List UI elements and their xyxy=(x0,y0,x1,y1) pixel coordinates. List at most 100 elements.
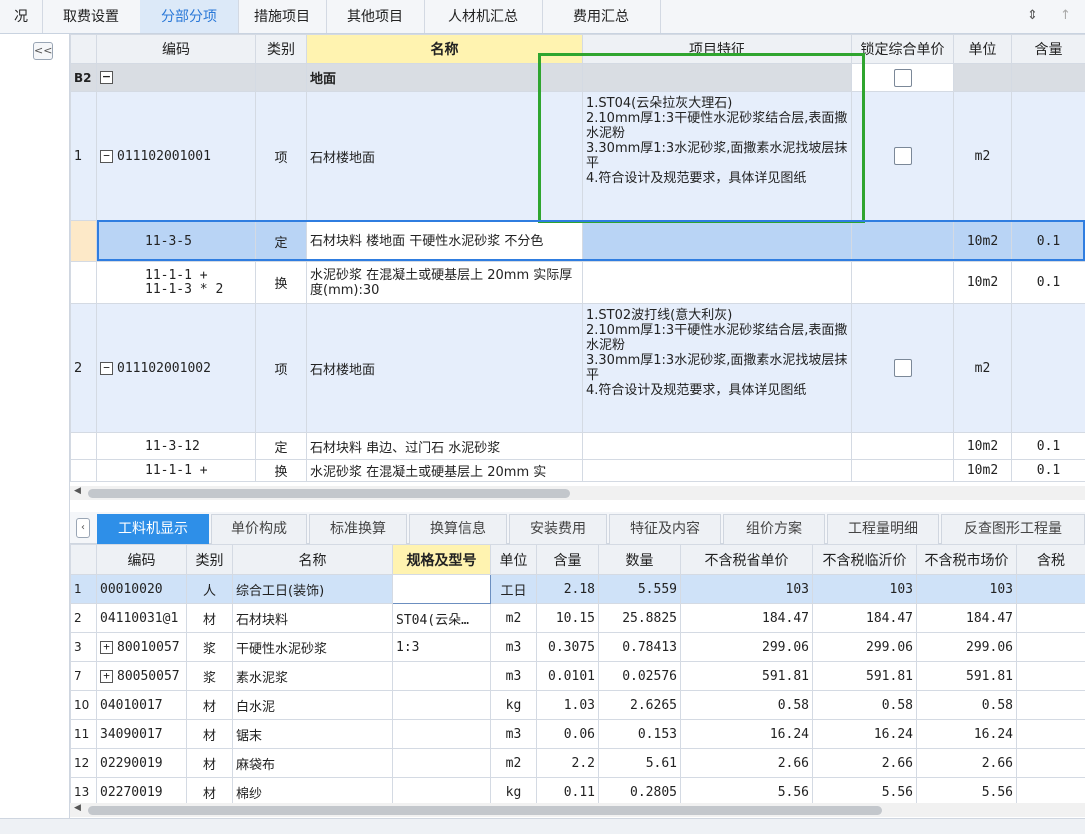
tab-features-content[interactable]: 特征及内容 xyxy=(609,514,721,544)
header-quantity[interactable]: 数量 xyxy=(598,544,681,575)
table-row[interactable]: 11-1-1 + 换 水泥砂浆 在混凝土或硬基层上 20mm 实 10m2 0.… xyxy=(70,459,1085,482)
province-price[interactable]: 0.58 xyxy=(680,690,813,720)
material-row[interactable]: 7 +80050057 浆 素水泥浆 m3 0.0101 0.02576 591… xyxy=(70,661,1085,691)
material-name[interactable]: 麻袋布 xyxy=(232,748,393,778)
table-row[interactable]: 11-3-12 定 石材块料 串边、过门石 水泥砂浆 10m2 0.1 xyxy=(70,432,1085,460)
tab-unit-price[interactable]: 单价构成 xyxy=(211,514,307,544)
material-name[interactable]: 锯末 xyxy=(232,719,393,749)
upper-horizontal-scrollbar[interactable]: ◀ xyxy=(70,486,1085,500)
market-price[interactable]: 299.06 xyxy=(916,632,1017,662)
material-content[interactable]: 0.06 xyxy=(536,719,599,749)
linyi-price[interactable]: 16.24 xyxy=(812,719,917,749)
material-name[interactable]: 综合工日(装饰) xyxy=(232,574,393,604)
material-name[interactable]: 干硬性水泥砂浆 xyxy=(232,632,393,662)
header-province-price[interactable]: 不含税省单价 xyxy=(680,544,813,575)
material-name[interactable]: 素水泥浆 xyxy=(232,661,393,691)
tab-fee-summary[interactable]: 费用汇总 xyxy=(542,0,661,33)
material-name[interactable]: 白水泥 xyxy=(232,690,393,720)
tab-conversion-info[interactable]: 换算信息 xyxy=(409,514,507,544)
material-row[interactable]: 2 04110031@1 材 石材块料 ST04(云朵… m2 10.15 25… xyxy=(70,603,1085,633)
tab-graphic-quantity[interactable]: 反查图形工程量 xyxy=(941,514,1085,544)
material-row[interactable]: 12 02290019 材 麻袋布 m2 2.2 5.61 2.66 2.66 … xyxy=(70,748,1085,778)
material-row[interactable]: 1 00010020 人 综合工日(装饰) 工日 2.18 5.559 103 … xyxy=(70,574,1085,604)
tab-fee-settings[interactable]: 取费设置 xyxy=(42,0,141,33)
sort-icon[interactable]: ⇕ xyxy=(1027,8,1041,24)
tab-std-conversion[interactable]: 标准换算 xyxy=(309,514,407,544)
province-price[interactable]: 103 xyxy=(680,574,813,604)
collapse-icon[interactable]: − xyxy=(100,149,113,163)
material-content[interactable]: 0.0101 xyxy=(536,661,599,691)
material-content[interactable]: 1.03 xyxy=(536,690,599,720)
arrow-up-icon[interactable]: ↑ xyxy=(1060,8,1074,24)
chevron-left-icon[interactable]: ‹ xyxy=(76,518,90,538)
material-content[interactable]: 0.3075 xyxy=(536,632,599,662)
tab-labor-material[interactable]: 工料机显示 xyxy=(97,514,209,544)
collapse-icon[interactable]: − xyxy=(100,361,113,375)
header-spec[interactable]: 规格及型号 xyxy=(392,544,491,575)
header-linyi-price[interactable]: 不含税临沂价 xyxy=(812,544,917,575)
linyi-price[interactable]: 184.47 xyxy=(812,603,917,633)
linyi-price[interactable]: 2.66 xyxy=(812,748,917,778)
market-price[interactable]: 0.58 xyxy=(916,690,1017,720)
province-price[interactable]: 16.24 xyxy=(680,719,813,749)
tab-pricing-plan[interactable]: 组价方案 xyxy=(723,514,825,544)
material-content[interactable]: 2.2 xyxy=(536,748,599,778)
item-name[interactable]: 水泥砂浆 在混凝土或硬基层上 20mm 实 xyxy=(306,459,583,482)
scroll-left-icon[interactable]: ◀ xyxy=(74,486,81,496)
province-price[interactable]: 299.06 xyxy=(680,632,813,662)
material-spec[interactable] xyxy=(392,690,491,720)
market-price[interactable]: 2.66 xyxy=(916,748,1017,778)
header-content[interactable]: 含量 xyxy=(536,544,599,575)
material-spec[interactable] xyxy=(392,719,491,749)
tab-other-items[interactable]: 其他项目 xyxy=(326,0,425,33)
header-unit[interactable]: 单位 xyxy=(953,34,1012,64)
tab-measures[interactable]: 措施项目 xyxy=(238,0,327,33)
material-content[interactable]: 2.18 xyxy=(536,574,599,604)
header-lock-price[interactable]: 锁定综合单价 xyxy=(851,34,954,64)
province-price[interactable]: 591.81 xyxy=(680,661,813,691)
lower-horizontal-scrollbar[interactable]: ◀ xyxy=(70,803,1085,817)
material-spec[interactable] xyxy=(392,748,491,778)
item-name[interactable]: 石材块料 串边、过门石 水泥砂浆 xyxy=(306,432,583,460)
table-row[interactable]: 11-1-1 + 11-1-3 * 2 换 水泥砂浆 在混凝土或硬基层上 20m… xyxy=(70,261,1085,304)
expand-icon[interactable]: + xyxy=(100,640,113,654)
scroll-left-icon[interactable]: ◀ xyxy=(74,803,81,813)
item-features[interactable]: 1.ST02波打线(意大利灰) 2.10mm厚1:3干硬性水泥砂浆结合层,表面撒… xyxy=(582,303,852,433)
material-spec[interactable] xyxy=(392,574,491,604)
tab-sub-items[interactable]: 分部分项 xyxy=(140,0,239,33)
market-price[interactable]: 184.47 xyxy=(916,603,1017,633)
material-row[interactable]: 10 04010017 材 白水泥 kg 1.03 2.6265 0.58 0.… xyxy=(70,690,1085,720)
market-price[interactable]: 16.24 xyxy=(916,719,1017,749)
header-type[interactable]: 类别 xyxy=(255,34,307,64)
linyi-price[interactable]: 103 xyxy=(812,574,917,604)
lock-price-checkbox[interactable] xyxy=(893,68,912,87)
lock-price-checkbox[interactable] xyxy=(893,359,912,377)
table-row[interactable]: 2 −011102001002 项 石材楼地面 1.ST02波打线(意大利灰) … xyxy=(70,303,1085,433)
scrollbar-thumb[interactable] xyxy=(88,489,570,498)
scrollbar-thumb[interactable] xyxy=(88,806,882,815)
market-price[interactable]: 591.81 xyxy=(916,661,1017,691)
linyi-price[interactable]: 299.06 xyxy=(812,632,917,662)
tab-quantity-detail[interactable]: 工程量明细 xyxy=(827,514,939,544)
header-code[interactable]: 编码 xyxy=(96,34,256,64)
header-market-price[interactable]: 不含税市场价 xyxy=(916,544,1017,575)
header-content[interactable]: 含量 xyxy=(1011,34,1085,64)
expand-icon[interactable]: + xyxy=(100,669,113,683)
header-type[interactable]: 类别 xyxy=(186,544,233,575)
material-spec[interactable]: 1:3 xyxy=(392,632,491,662)
material-row[interactable]: 3 +80010057 浆 干硬性水泥砂浆 1:3 m3 0.3075 0.78… xyxy=(70,632,1085,662)
item-name[interactable]: 水泥砂浆 在混凝土或硬基层上 20mm 实际厚度(mm):30 xyxy=(306,261,583,304)
tab-install-fee[interactable]: 安装费用 xyxy=(509,514,607,544)
header-code[interactable]: 编码 xyxy=(96,544,187,575)
material-name[interactable]: 石材块料 xyxy=(232,603,393,633)
material-spec[interactable]: ST04(云朵… xyxy=(392,603,491,633)
collapse-icon[interactable]: − xyxy=(100,71,113,84)
material-content[interactable]: 10.15 xyxy=(536,603,599,633)
header-tax-price[interactable]: 含税 xyxy=(1016,544,1085,575)
province-price[interactable]: 2.66 xyxy=(680,748,813,778)
tab-overview[interactable]: 况 xyxy=(0,0,43,33)
collapse-button[interactable]: << xyxy=(33,42,53,60)
linyi-price[interactable]: 0.58 xyxy=(812,690,917,720)
linyi-price[interactable]: 591.81 xyxy=(812,661,917,691)
tab-labor-material-summary[interactable]: 人材机汇总 xyxy=(424,0,543,33)
